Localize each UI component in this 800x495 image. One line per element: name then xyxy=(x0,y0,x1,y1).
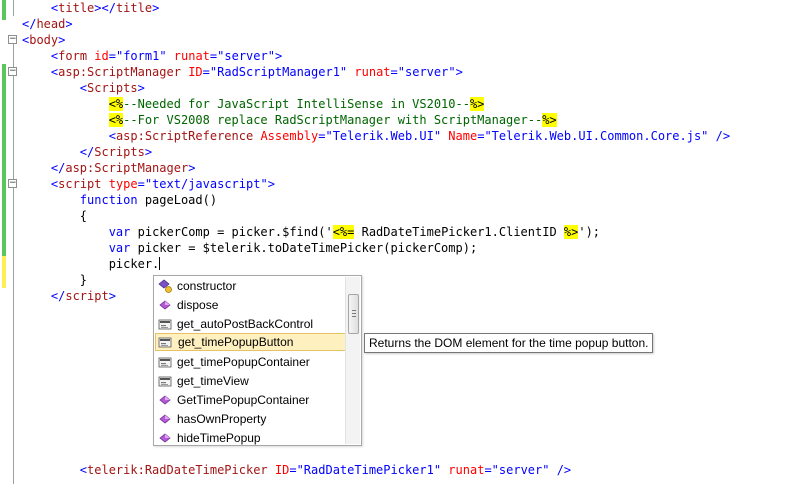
property-icon xyxy=(157,334,173,350)
quick-info-tooltip: Returns the DOM element for the time pop… xyxy=(364,333,654,353)
code-line: </head> xyxy=(22,17,73,31)
property-icon xyxy=(157,354,173,370)
code-line: var pickerComp = picker.$find('<%= RadDa… xyxy=(108,225,601,239)
code-line: <Scripts> xyxy=(79,81,145,95)
code-line: </Scripts> xyxy=(79,145,153,159)
code-line: var picker = $telerik.toDateTimePicker(p… xyxy=(108,241,478,255)
completion-item-selected[interactable]: get_timePopupButton xyxy=(155,333,347,351)
code-line: </asp:ScriptManager> xyxy=(50,161,196,175)
method-icon xyxy=(157,297,173,313)
scrollbar-thumb[interactable] xyxy=(348,294,359,334)
code-editor[interactable]: − − − <title></title> </head> <body> <fo… xyxy=(0,0,800,495)
fold-toggle-script-manager[interactable]: − xyxy=(8,67,17,76)
code-line: <title></title> xyxy=(50,1,160,15)
code-line: <telerik:RadDateTimePicker ID="RadDateTi… xyxy=(79,463,572,477)
code-line: <%--Needed for JavaScript IntelliSense i… xyxy=(108,97,485,111)
grip-line xyxy=(352,313,356,314)
fold-toggle-script[interactable]: − xyxy=(8,179,17,188)
completion-item[interactable]: constructor xyxy=(155,277,347,295)
code-line-current[interactable]: picker. xyxy=(22,256,161,272)
code-line: function pageLoad() xyxy=(79,193,218,207)
constructor-icon xyxy=(157,278,173,294)
code-line: <script type="text/javascript"> xyxy=(50,177,275,191)
outline-guide xyxy=(13,44,14,484)
completion-item[interactable]: GetTimePopupContainer xyxy=(155,391,347,409)
method-icon xyxy=(157,411,173,427)
method-icon xyxy=(157,430,173,446)
code-line: <form id="form1" runat="server"> xyxy=(50,49,283,63)
text-caret xyxy=(159,257,161,270)
code-line: <asp:ScriptReference Assembly="Telerik.W… xyxy=(108,129,731,143)
completion-item[interactable]: hideTimePopup xyxy=(155,429,347,447)
completion-item[interactable]: get_timePopupContainer xyxy=(155,353,347,371)
completion-item[interactable]: get_timeView xyxy=(155,372,347,390)
intellisense-popup[interactable]: constructor dispose get_autoPostBackCont… xyxy=(153,275,362,446)
code-line: <%--For VS2008 replace RadScriptManager … xyxy=(108,113,557,127)
method-icon xyxy=(157,392,173,408)
completion-item[interactable]: dispose xyxy=(155,296,347,314)
code-line: } xyxy=(79,273,88,287)
completion-item[interactable]: get_autoPostBackControl xyxy=(155,315,347,333)
change-bar-saved xyxy=(2,0,6,20)
fold-toggle-body[interactable]: − xyxy=(8,35,17,44)
code-line: <asp:ScriptManager ID="RadScriptManager1… xyxy=(50,65,463,79)
code-line: </script> xyxy=(50,289,116,303)
change-bar-saved xyxy=(2,64,6,256)
grip-line xyxy=(352,316,356,317)
property-icon xyxy=(157,316,173,332)
property-icon xyxy=(157,373,173,389)
grip-line xyxy=(352,310,356,311)
outline-guide xyxy=(13,0,14,16)
popup-scrollbar[interactable] xyxy=(345,277,360,444)
code-line: { xyxy=(79,209,88,223)
change-bar-unsaved xyxy=(2,256,6,288)
completion-item[interactable]: hasOwnProperty xyxy=(155,410,347,428)
code-line: <body> xyxy=(22,33,66,47)
